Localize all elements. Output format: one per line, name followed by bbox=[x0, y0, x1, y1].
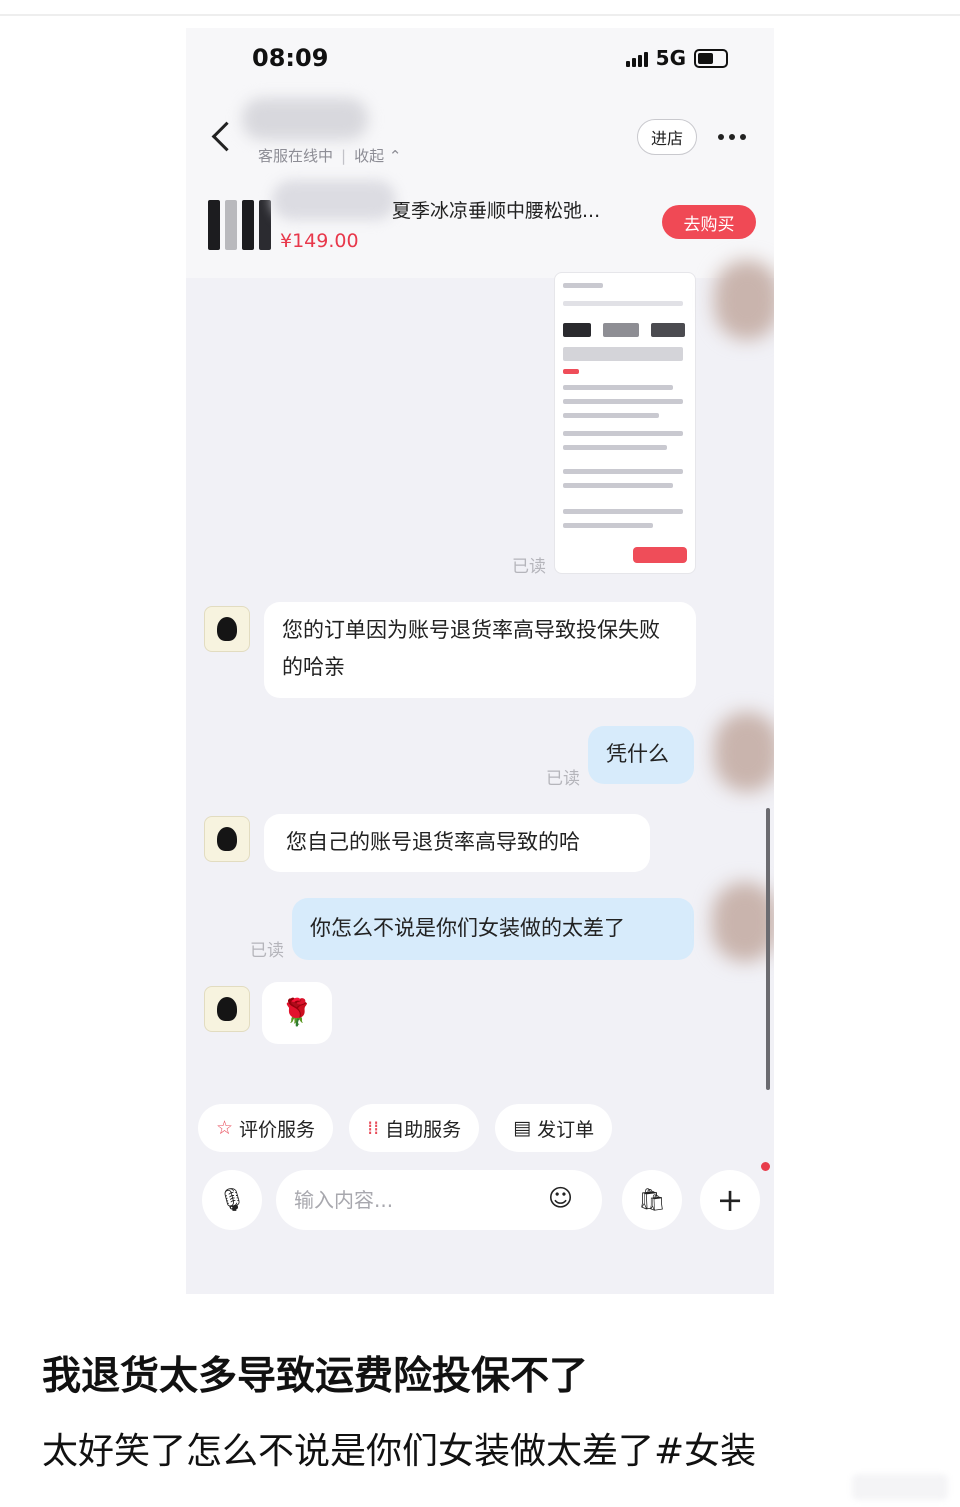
network-label: 5G bbox=[655, 46, 686, 70]
star-outline-icon: ☆ bbox=[216, 1117, 234, 1139]
voice-input-button[interactable]: 🎙 bbox=[202, 1170, 262, 1230]
self-service-label: 自助服务 bbox=[385, 1118, 462, 1141]
clipboard-icon: ▤ bbox=[513, 1117, 532, 1139]
send-order-button[interactable]: ▤ 发订单 bbox=[495, 1104, 613, 1152]
shop-status: 客服在线中 | 收起 ⌃ bbox=[258, 147, 402, 165]
shop-message-bubble: 您的订单因为账号退货率高导致投保失败的哈亲 bbox=[264, 602, 696, 698]
product-price: ¥149.00 bbox=[280, 230, 359, 252]
user-avatar[interactable] bbox=[714, 712, 774, 792]
shared-screenshot-image[interactable] bbox=[554, 272, 696, 574]
self-service-button[interactable]: ⁞⁞ 自助服务 bbox=[349, 1104, 480, 1152]
send-order-label: 发订单 bbox=[537, 1118, 595, 1141]
battery-icon bbox=[694, 48, 728, 68]
product-thumbnail[interactable] bbox=[204, 186, 272, 250]
watermark bbox=[852, 1474, 948, 1500]
user-message-bubble: 凭什么 bbox=[588, 726, 694, 784]
emoji-icon[interactable]: ☺ bbox=[548, 1184, 573, 1212]
chat-screenshot: 08:09 5G 客服在线中 | 收起 ⌃ 进店 夏季冰凉垂顺中腰松弛... ¥14… bbox=[186, 28, 774, 1294]
rate-service-button[interactable]: ☆ 评价服务 bbox=[198, 1104, 334, 1152]
quick-action-bar: ☆ 评价服务 ⁞⁞ 自助服务 ▤ 发订单 bbox=[198, 1104, 613, 1152]
rose-icon: 🌹 bbox=[262, 982, 332, 1044]
back-icon[interactable] bbox=[211, 121, 242, 152]
read-receipt: 已读 bbox=[546, 769, 580, 789]
chat-header: 08:09 5G 客服在线中 | 收起 ⌃ 进店 夏季冰凉垂顺中腰松弛... ¥14… bbox=[186, 28, 774, 278]
product-name-blurred bbox=[272, 180, 396, 220]
user-avatar[interactable] bbox=[714, 260, 774, 340]
shop-avatar[interactable] bbox=[204, 816, 250, 862]
post-caption-line-2: 太好笑了怎么不说是你们女装做太差了#女装 bbox=[42, 1422, 756, 1474]
more-actions-button[interactable]: + bbox=[700, 1170, 760, 1230]
microphone-icon: 🎙 bbox=[218, 1187, 246, 1213]
rate-service-label: 评价服务 bbox=[239, 1118, 316, 1141]
top-divider bbox=[0, 14, 960, 16]
notification-dot bbox=[761, 1162, 770, 1171]
user-avatar[interactable] bbox=[712, 882, 774, 962]
collapse-link[interactable]: 收起 ⌃ bbox=[354, 147, 401, 165]
signal-icon bbox=[625, 49, 648, 67]
read-receipt: 已读 bbox=[512, 557, 546, 577]
shop-message-bubble: 您自己的账号退货率高导致的哈 bbox=[264, 814, 650, 872]
enter-shop-button[interactable]: 进店 bbox=[637, 119, 697, 155]
post-caption-text: 太好笑了怎么不说是你们女装做太差了 bbox=[42, 1431, 655, 1472]
shopping-bag-button[interactable]: 🛍 bbox=[622, 1170, 682, 1230]
post-caption-line-1: 我退货太多导致运费险投保不了 bbox=[42, 1354, 589, 1399]
status-indicators: 5G bbox=[625, 46, 728, 70]
buy-button[interactable]: 去购买 bbox=[662, 205, 756, 239]
message-input-bar: 🎙 ☺ 🛍 + bbox=[186, 1162, 774, 1230]
shop-name-blurred bbox=[242, 98, 368, 140]
shop-avatar[interactable] bbox=[204, 986, 250, 1032]
grid-icon: ⁞⁞ bbox=[367, 1117, 380, 1139]
read-receipt: 已读 bbox=[250, 941, 284, 961]
shop-avatar[interactable] bbox=[204, 606, 250, 652]
hashtag-link[interactable]: #女装 bbox=[654, 1431, 756, 1472]
more-icon[interactable] bbox=[718, 134, 746, 140]
shopping-bag-icon: 🛍 bbox=[638, 1187, 666, 1213]
product-title[interactable]: 夏季冰凉垂顺中腰松弛... bbox=[392, 196, 632, 223]
plus-icon: + bbox=[716, 1181, 744, 1219]
user-message-bubble: 你怎么不说是你们女装做的太差了 bbox=[292, 898, 694, 960]
status-time: 08:09 bbox=[252, 44, 329, 72]
online-status: 客服在线中 bbox=[258, 147, 334, 165]
scrollbar[interactable] bbox=[766, 808, 770, 1090]
